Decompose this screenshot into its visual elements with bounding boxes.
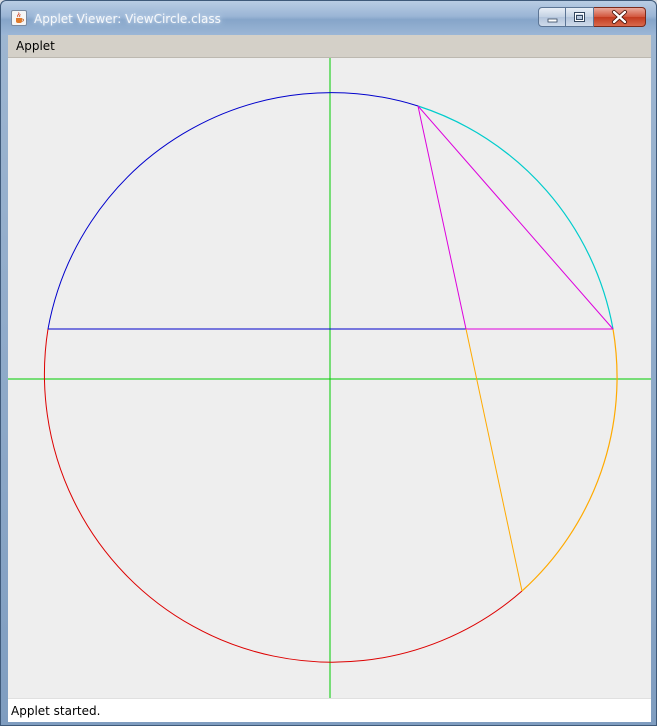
maximize-button[interactable]	[566, 7, 594, 27]
minimize-button[interactable]	[538, 7, 566, 27]
close-icon	[612, 10, 627, 24]
window-title: Applet Viewer: ViewCircle.class	[34, 12, 221, 26]
status-text: Applet started.	[11, 704, 101, 718]
status-bar: Applet started.	[8, 698, 651, 722]
triangle-side-right	[417, 105, 614, 330]
applet-client-area: Applet Applet started.	[8, 35, 651, 722]
applet-canvas[interactable]	[8, 58, 651, 698]
close-button[interactable]	[594, 7, 646, 27]
long-chord	[465, 328, 523, 592]
circle-drawing	[8, 58, 651, 698]
minimize-icon	[547, 18, 558, 23]
maximize-icon	[574, 12, 585, 22]
java-cup-icon[interactable]	[11, 10, 27, 26]
triangle-side-left	[417, 105, 467, 330]
right-lower-arc	[521, 328, 618, 592]
upper-arc	[47, 92, 419, 330]
title-bar[interactable]: Applet Viewer: ViewCircle.class	[1, 1, 656, 35]
menu-applet[interactable]: Applet	[16, 39, 55, 53]
applet-viewer-window: Applet Viewer: ViewCircle.class Applet A…	[0, 0, 657, 726]
menu-bar: Applet	[8, 35, 651, 58]
